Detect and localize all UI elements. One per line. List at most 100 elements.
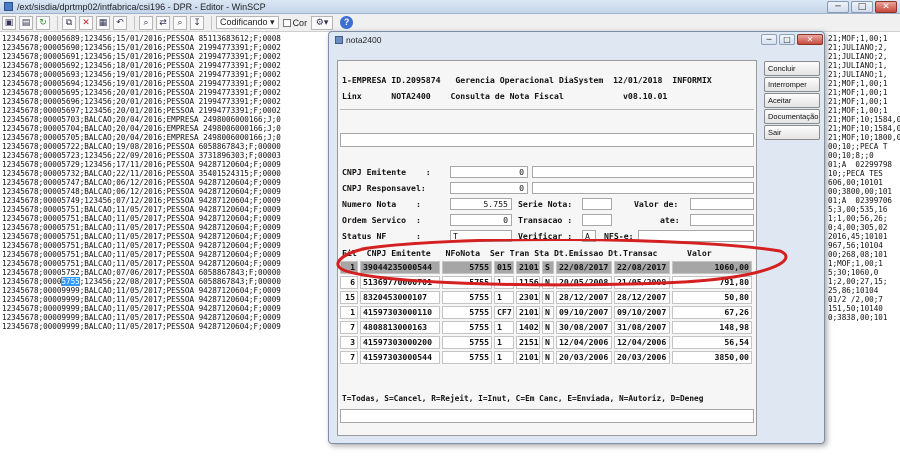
cell-valor: 1060,00 [672,261,752,274]
cell-valor: 3850,00 [672,351,752,364]
linx-label: Linx [342,91,362,101]
aceitar-button[interactable]: Aceitar [764,93,820,108]
cell-serie: CF7 [494,306,514,319]
editor-line-end: 21;JULIANO;1, [828,61,888,70]
settings-dropdown[interactable]: ⚙▾ [311,15,334,30]
status-nf-input[interactable]: T [450,230,512,242]
editor-line-end: 1;MOF;1,00;1 [828,259,883,268]
cnpj-emitente-input[interactable]: 0 [450,166,528,178]
editor-line-end: 21;JULIANO;2, [828,52,888,61]
cell-transac: 12/04/2006 [614,336,670,349]
numero-nota-label: Numero Nota : [342,199,421,209]
toolbar-divider [211,15,212,30]
editor-line-end: 21;MOF;1,00;1 [828,79,888,88]
valor-de-label: Valor de: [634,199,679,209]
cnpj-emitente-label: CNPJ Emitente : [342,167,431,177]
save-icon[interactable]: ▣ [2,15,16,30]
editor-line-end: 10;;PECA TES [828,169,883,178]
editor-line-end: 00;268,08;101 [828,250,888,259]
paste-icon[interactable]: ▦ [96,15,110,30]
sair-button[interactable]: Sair [764,125,820,140]
verificar-label: Verificar : [518,231,573,241]
editor-line: 12345678;00005748;BALCAO;06/12/2016;PESS… [2,187,281,196]
editor-line: 12345678;00005751;BALCAO;11/05/2017;PESS… [2,241,281,250]
cell-fil: 6 [340,276,358,289]
editor-line: 12345678;00005751;BALCAO;11/05/2017;PESS… [2,250,281,259]
grid-row[interactable]: 7 4808813000163 5755 1 1402 N 30/08/2007… [340,320,752,335]
valor-de-input[interactable] [690,198,754,210]
editor-line: 12345678;00009999;BALCAO;11/05/2017;PESS… [2,286,281,295]
editor-line-end: 00;3800,00;101 [828,187,893,196]
grid-row-selected[interactable]: 1 39044235000544 5755 015 2101 S 22/08/2… [340,260,752,275]
undo-icon[interactable]: ↶ [113,15,127,30]
cell-fil: 1 [340,261,358,274]
grid-row[interactable]: 6 51369770000701 5755 1 1156 N 20/05/200… [340,275,752,290]
documentacao-button[interactable]: Documentação [764,109,820,124]
grid-row[interactable]: 3 41597303000200 5755 1 2151 N 12/04/200… [340,335,752,350]
valor-ate-input[interactable] [690,214,754,226]
concluir-button[interactable]: Concluir [764,61,820,76]
minimize-button[interactable]: ─ [827,1,849,13]
serie-nota-input[interactable] [582,198,612,210]
encoding-dropdown[interactable]: Codificando ▾ [216,16,279,29]
find-icon[interactable]: ⌕ [139,15,153,30]
editor-line: 12345678;00005749;123456;07/12/2016;PESS… [2,196,281,205]
selected-text[interactable]: 5755 [61,277,80,286]
responsavel-name-field [532,182,754,194]
grid-row[interactable]: 1 41597303000110 5755 CF7 2101 N 09/10/2… [340,305,752,320]
cell-nota: 5755 [442,336,492,349]
header-line-2-text: NOTA2400 Consulta de Nota Fiscal v08.10.… [361,91,668,101]
cell-valor: 148,98 [672,321,752,334]
maximize-button[interactable]: □ [851,1,873,13]
cut-icon[interactable]: ✕ [79,15,93,30]
interromper-button[interactable]: Interromper [764,77,820,92]
editor-line: 12345678;00009999;BALCAO;11/05/2017;PESS… [2,322,281,331]
copy-icon[interactable]: ⧉ [62,15,76,30]
refresh-icon[interactable]: ↻ [36,15,50,30]
cell-nota: 5755 [442,276,492,289]
ordem-servico-label: Ordem Servico : [342,215,421,225]
ordem-servico-input[interactable]: 0 [450,214,512,226]
editor-line-end: 21;MOF;1,00;1 [828,34,888,43]
editor-line: 12345678;00005751;BALCAO;11/05/2017;PESS… [2,205,281,214]
numero-nota-input[interactable]: 5.755 [450,198,512,210]
editor-line: 12345678;00005722;BALCAO;19/08/2016;PESS… [2,142,281,151]
editor-line-end: 00;10;8;;0 [828,151,874,160]
editor-line: 12345678;00005696;123456;20/01/2016;PESS… [2,97,281,106]
transacao-label: Transacao : [518,215,573,225]
color-label: Cor [292,17,308,28]
cell-status: S [542,261,554,274]
grid-row[interactable]: 15 8320453000107 5755 1 2301 N 28/12/200… [340,290,752,305]
dialog-minimize-button[interactable]: ─ [761,34,777,45]
color-checkbox[interactable] [282,18,291,27]
dialog-title: nota2400 [346,35,382,45]
cell-fil: 1 [340,306,358,319]
editor-line: 12345678;00005690;123456;15/01/2016;PESS… [2,43,281,52]
cell-emissao: 20/05/2008 [556,276,612,289]
help-icon[interactable]: ? [340,16,354,29]
cell-transacao: 2301 [516,291,540,304]
editor-line-end: 21;JULIANO;1, [828,70,888,79]
cell-status: N [542,336,554,349]
replace-icon[interactable]: ⇄ [156,15,170,30]
save-copy-icon[interactable]: ▤ [19,15,33,30]
editor-line-end: 606,00;10101 [828,178,883,187]
cell-status: N [542,291,554,304]
cell-transacao: 2101 [516,306,540,319]
message-field[interactable] [340,133,754,147]
verificar-input[interactable]: A [582,230,596,242]
grid-row[interactable]: 7 41597303000544 5755 1 2101 N 20/03/200… [340,350,752,365]
editor-line-end: 21;JULIANO;2, [828,43,888,52]
dialog-maximize-button[interactable]: □ [779,34,795,45]
close-button[interactable]: ✕ [875,1,897,13]
goto-line-icon[interactable]: ↧ [190,15,204,30]
editor-line-end: 01;A 02299798 [828,160,893,169]
nfse-input[interactable] [638,230,754,242]
find-next-icon[interactable]: ⌕ [173,15,187,30]
editor-line-end: 0;4,00;305,02 [828,223,888,232]
cnpj-responsavel-input[interactable]: 0 [450,182,528,194]
transacao-input[interactable] [582,214,612,226]
terminal-screen: 1-EMPRESA ID.2095874 Gerencia Operaciona… [337,60,757,436]
ate-label: ate: [660,215,680,225]
dialog-close-button[interactable]: ✕ [797,34,823,45]
